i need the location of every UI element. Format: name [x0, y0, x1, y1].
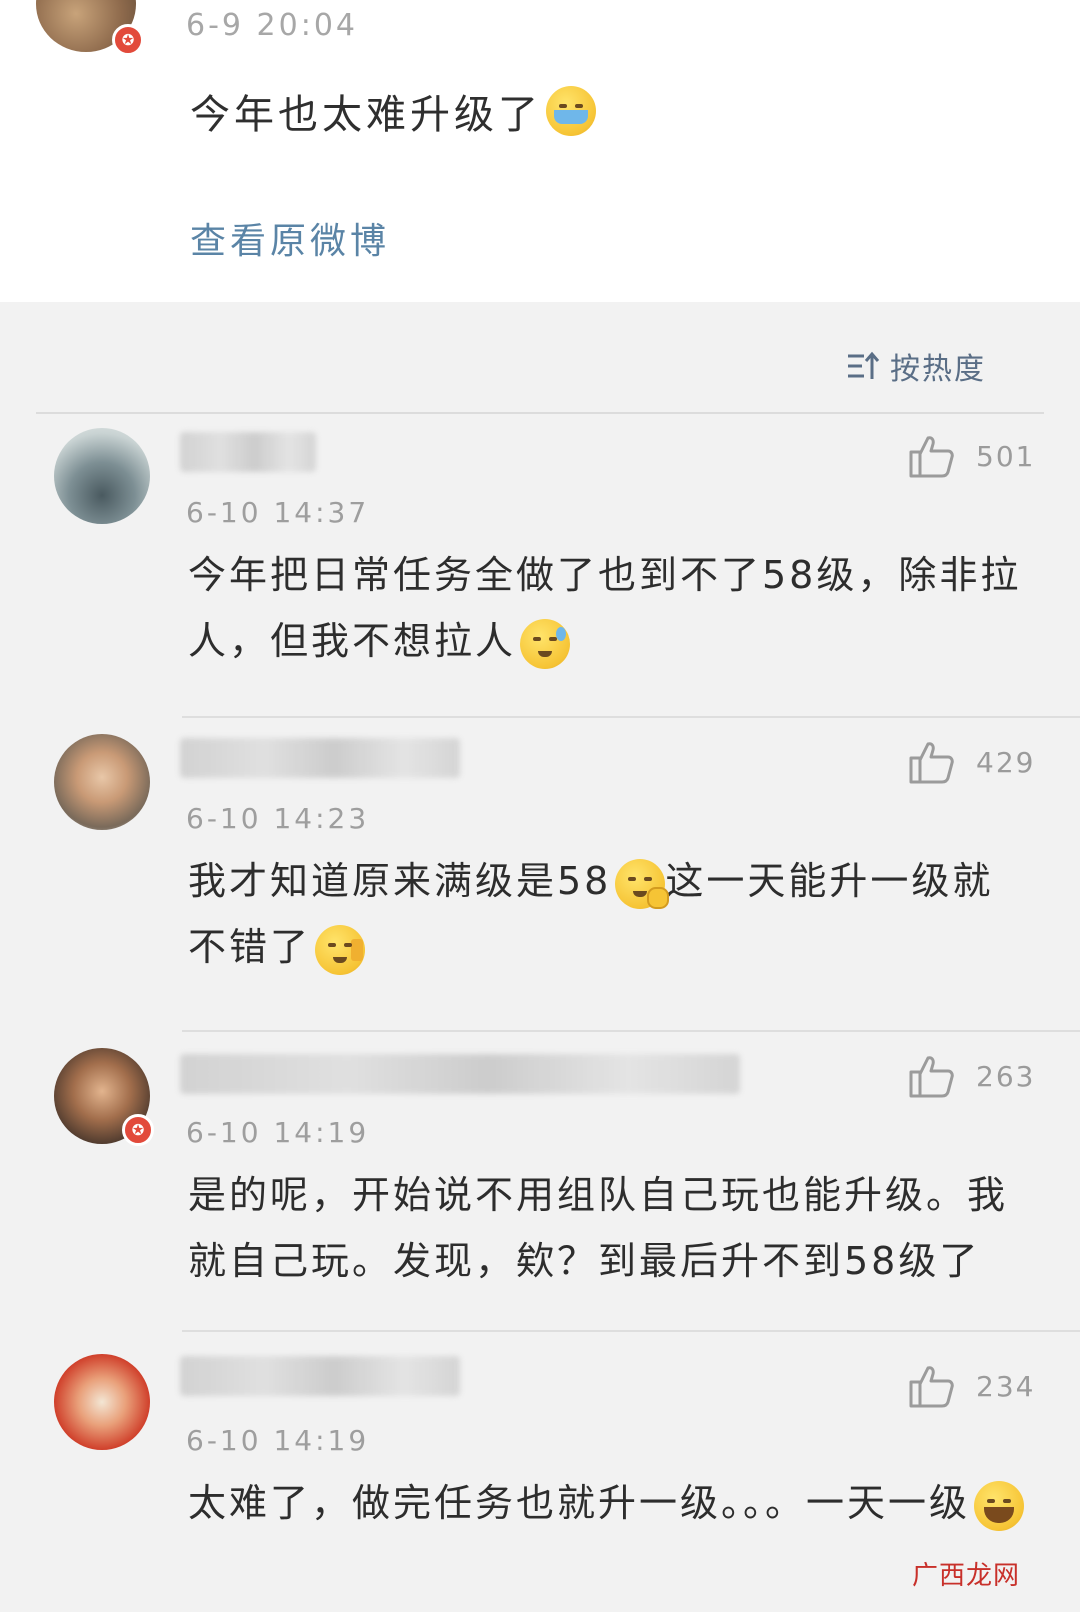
sort-by-hot-button[interactable]: 按热度 [846, 344, 986, 388]
username-redacted[interactable] [180, 1356, 460, 1396]
like-button[interactable]: 234 [908, 1364, 1035, 1408]
comment-time: 6-10 14:37 [186, 496, 370, 529]
username-redacted[interactable] [180, 738, 460, 778]
sweat-face-icon [520, 618, 571, 669]
like-count: 263 [976, 1059, 1036, 1093]
verified-badge-icon: ✪ [122, 1114, 154, 1146]
like-button[interactable]: 429 [908, 740, 1035, 784]
comment-text-block: 是的呢，开始说不用组队自己玩也能升级。我就自己玩。发现，欸？到最后升不到58级了 [188, 1162, 1028, 1294]
comment-text-block: 太难了，做完任务也就升一级。。。一天一级 [188, 1470, 1028, 1536]
comment-divider [182, 1330, 1080, 1332]
shh-face-icon [315, 924, 366, 975]
like-count: 429 [976, 745, 1036, 779]
laughing-crying-face-icon [974, 1480, 1025, 1531]
post-card: ✪ 6-9 20:04 今年也太难升级了 查看原微博 [0, 0, 1080, 302]
sort-hot-icon [848, 351, 880, 379]
thumbs-up-icon [909, 436, 954, 478]
post-text-row: 今年也太难升级了 [190, 82, 596, 140]
comment-text: 今年把日常任务全做了也到不了58级，除非拉人，但我不想拉人 [188, 553, 1022, 663]
view-original-link[interactable]: 查看原微博 [190, 212, 390, 264]
thumbs-up-icon [909, 1056, 954, 1098]
post-time: 6-9 20:04 [186, 8, 358, 43]
sort-label: 按热度 [890, 352, 986, 387]
like-button[interactable]: 263 [908, 1054, 1035, 1098]
comment-text-block: 我才知道原来满级是58 这一天能升一级就不错了 [188, 848, 1028, 980]
watermark: 广西龙网 [911, 1561, 1020, 1591]
crying-face-icon [546, 86, 596, 136]
comment-divider [182, 1030, 1080, 1032]
comment-time: 6-10 14:19 [186, 1116, 370, 1149]
divider [36, 412, 1044, 414]
like-button[interactable]: 501 [908, 434, 1035, 478]
verified-badge-icon: ✪ [112, 24, 144, 56]
post-text: 今年也太难升级了 [190, 92, 542, 138]
thumbs-up-icon [909, 1366, 954, 1408]
comment-text: 太难了，做完任务也就升一级。。。一天一级 [188, 1481, 971, 1525]
comment-text: 我才知道原来满级是58 [188, 859, 612, 903]
poster-avatar[interactable]: ✪ [36, 0, 144, 56]
like-count: 501 [976, 439, 1036, 473]
avatar[interactable]: ✪ [54, 1048, 154, 1146]
like-count: 234 [976, 1369, 1036, 1403]
avatar[interactable] [54, 428, 150, 524]
username-redacted[interactable] [180, 432, 316, 472]
thinking-face-icon [615, 858, 670, 909]
comment-time: 6-10 14:19 [186, 1424, 370, 1457]
avatar[interactable] [54, 734, 150, 830]
comment-text-block: 今年把日常任务全做了也到不了58级，除非拉人，但我不想拉人 [188, 542, 1028, 674]
comment-text: 是的呢，开始说不用组队自己玩也能升级。我就自己玩。发现，欸？到最后升不到58级了 [188, 1173, 1009, 1283]
username-redacted[interactable] [180, 1054, 740, 1094]
comment-time: 6-10 14:23 [186, 802, 370, 835]
thumbs-up-icon [909, 742, 954, 784]
comment-divider [182, 716, 1080, 718]
avatar[interactable] [54, 1354, 150, 1450]
